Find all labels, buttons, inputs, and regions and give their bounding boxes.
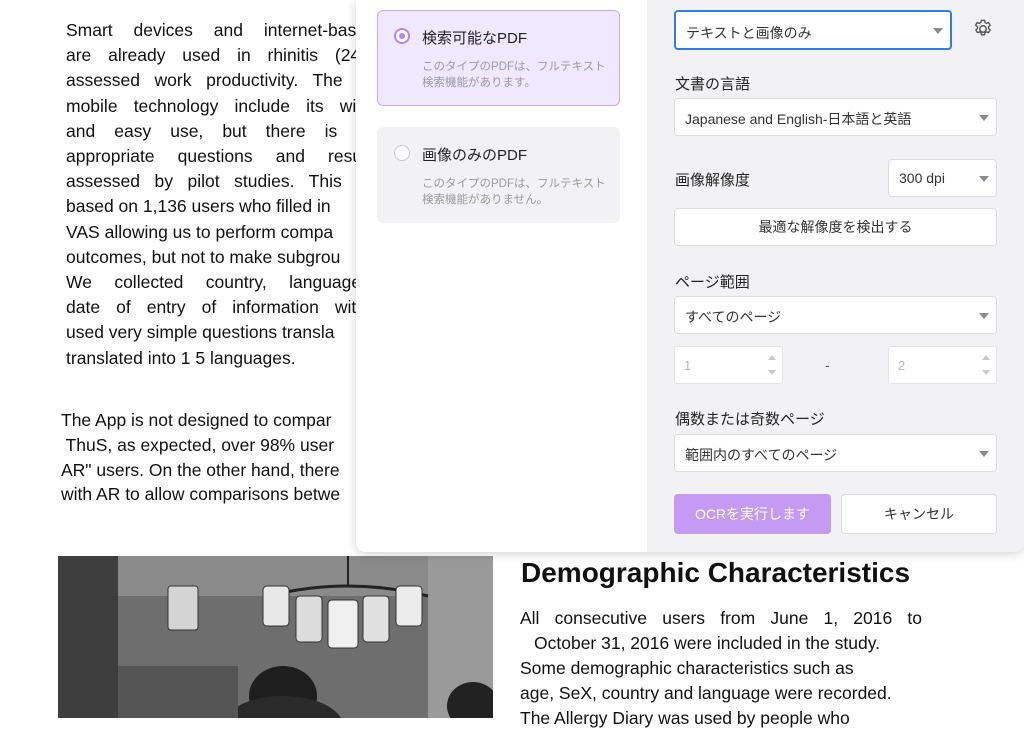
- resolution-label: 画像解像度: [675, 172, 751, 189]
- select-value: テキストと画像のみ: [686, 25, 812, 41]
- document-line: assessed by pilot studies. This p: [66, 171, 366, 192]
- pdf-type-pane: 検索可能なPDF このタイプのPDFは、フルテキスト検索機能があります。 画像の…: [356, 0, 647, 552]
- chevron-down-icon: [979, 313, 989, 319]
- document-line: appropriate questions and resul: [66, 146, 366, 167]
- document-line: assessed work productivity. The s: [66, 70, 366, 91]
- content-mode-select[interactable]: テキストと画像のみ: [674, 10, 952, 50]
- range-to-stepper[interactable]: 2: [888, 346, 997, 384]
- page-range-label: ページ範囲: [675, 274, 750, 291]
- document-line: Smart devices and internet-base: [66, 20, 366, 40]
- spin-up-icon[interactable]: [982, 355, 990, 360]
- document-line: used very simple questions transla: [66, 322, 335, 343]
- pdf-type-image-only[interactable]: 画像のみのPDF このタイプのPDFは、フルテキスト検索機能がありません。: [377, 127, 620, 223]
- document-line: ThuS, as expected, over 98% user: [61, 434, 335, 455]
- document-line: The Allergy Diary was used by people who: [520, 708, 850, 728]
- document-line: October 31, 2016 were included in the st…: [534, 633, 881, 653]
- document-line: date of entry of information with: [66, 297, 366, 318]
- document-line: are already used in rhinitis (24-: [66, 45, 366, 66]
- ocr-settings-pane: テキストと画像のみ 文書の言語 Japanese and English-日本語…: [647, 0, 1024, 552]
- document-line: mobile technology include its wid: [66, 95, 366, 116]
- page-range-select[interactable]: すべてのページ: [674, 296, 997, 334]
- document-line: with AR to allow comparisons betwe: [61, 484, 341, 505]
- chevron-down-icon: [933, 28, 943, 34]
- stepper-value: 1: [684, 358, 692, 373]
- pdf-type-searchable[interactable]: 検索可能なPDF このタイプのPDFは、フルテキスト検索機能があります。: [377, 10, 620, 106]
- option-title: 検索可能なPDF: [422, 30, 528, 47]
- section-body: All consecutive users from June 1, 2016 …: [520, 606, 922, 731]
- select-value: 範囲内のすべてのページ: [685, 447, 838, 463]
- gear-icon[interactable]: [972, 18, 994, 40]
- document-paragraph-1: Smart devices and internet-base are alre…: [66, 18, 366, 371]
- chevron-down-icon: [979, 451, 989, 457]
- document-photo: [58, 556, 493, 718]
- document-paragraph-2: The App is not designed to compar ThuS, …: [61, 408, 361, 507]
- resolution-select[interactable]: 300 dpi: [888, 159, 997, 197]
- document-line: age, SeX, country and language were reco…: [520, 683, 892, 703]
- odd-even-select[interactable]: 範囲内のすべてのページ: [674, 434, 997, 472]
- range-from-stepper[interactable]: 1: [674, 346, 783, 384]
- document-line: AR" users. On the other hand, there: [61, 459, 340, 480]
- radio-selected-icon[interactable]: [394, 28, 410, 44]
- language-select[interactable]: Japanese and English-日本語と英語: [674, 98, 997, 136]
- document-line: outcomes, but not to make subgrou: [66, 246, 341, 267]
- section-title: Demographic Characteristics: [521, 557, 911, 588]
- select-value: すべてのページ: [685, 309, 782, 325]
- option-description: このタイプのPDFは、フルテキスト検索機能がありません。: [422, 178, 606, 206]
- spin-up-icon[interactable]: [768, 355, 776, 360]
- option-title: 画像のみのPDF: [422, 147, 528, 164]
- document-line: VAS allowing us to perform compa: [66, 221, 334, 242]
- document-line: based on 1,136 users who filled in: [66, 196, 331, 217]
- document-line: All consecutive users from June 1, 2016 …: [520, 608, 922, 628]
- option-description: このタイプのPDFは、フルテキスト検索機能があります。: [422, 61, 606, 89]
- run-ocr-button[interactable]: OCRを実行します: [674, 494, 831, 534]
- select-value: Japanese and English-日本語と英語: [685, 111, 912, 127]
- document-line: Some demographic characteristics such as: [520, 658, 854, 678]
- odd-even-label: 偶数または奇数ページ: [675, 411, 825, 428]
- select-value: 300 dpi: [899, 170, 945, 186]
- document-line: and easy use, but there is a: [66, 120, 366, 141]
- spin-down-icon[interactable]: [768, 370, 776, 375]
- chevron-down-icon: [979, 115, 989, 121]
- range-separator: -: [825, 357, 830, 373]
- chevron-down-icon: [979, 176, 989, 182]
- stepper-value: 2: [898, 358, 906, 373]
- language-label: 文書の言語: [675, 76, 751, 93]
- document-line: We collected country, language,: [66, 272, 366, 293]
- radio-unselected-icon[interactable]: [394, 145, 410, 161]
- ocr-dialog: 検索可能なPDF このタイプのPDFは、フルテキスト検索機能があります。 画像の…: [356, 0, 1024, 552]
- detect-resolution-button[interactable]: 最適な解像度を検出する: [674, 208, 997, 246]
- cancel-button[interactable]: キャンセル: [841, 494, 997, 534]
- document-line: The App is not designed to compar: [61, 410, 332, 430]
- document-line: translated into 1 5 languages.: [66, 347, 296, 368]
- spin-down-icon[interactable]: [982, 370, 990, 375]
